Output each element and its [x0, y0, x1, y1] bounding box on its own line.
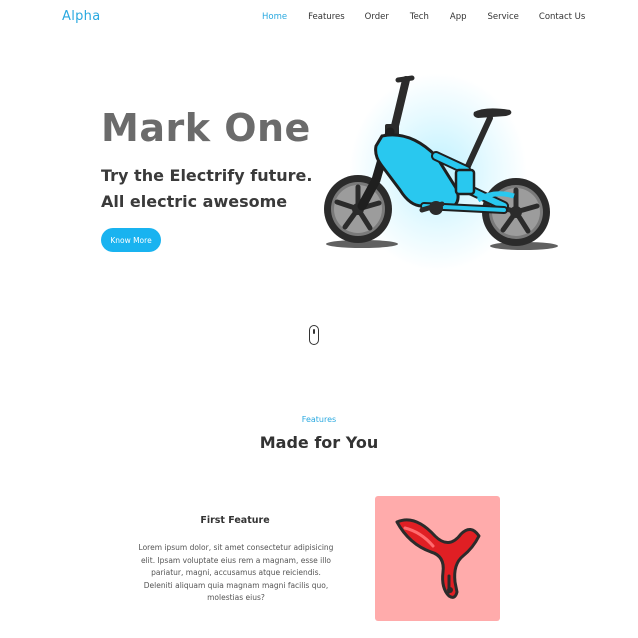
nav-menu: Home Features Order Tech App Service Con…	[262, 12, 585, 22]
feature-image-card	[375, 496, 500, 621]
rear-wheel	[324, 175, 392, 243]
features-kicker: Features	[301, 415, 337, 424]
top-navbar: Alpha Home Features Order Tech App Servi…	[0, 0, 638, 36]
nav-item-order[interactable]: Order	[365, 12, 389, 22]
know-more-button[interactable]: Know More	[101, 228, 161, 252]
nav-item-app[interactable]: App	[450, 12, 467, 22]
nav-item-tech[interactable]: Tech	[410, 12, 429, 22]
brand-logo[interactable]: Alpha	[62, 9, 100, 24]
bike-frame-icon	[395, 518, 481, 599]
mouse-scroll-icon[interactable]	[309, 325, 319, 345]
features-title: Made for You	[259, 433, 379, 452]
hero-subtitle-line-1: Try the Electrify future.	[101, 166, 313, 185]
nav-item-features[interactable]: Features	[308, 12, 345, 22]
nav-item-contact[interactable]: Contact Us	[539, 12, 585, 22]
first-feature-title: First Feature	[200, 515, 270, 526]
hero-subtitle: Try the Electrify future. All electric a…	[101, 163, 321, 215]
mouse-wheel	[312, 329, 315, 334]
landing-page: Alpha Home Features Order Tech App Servi…	[0, 0, 638, 638]
nav-item-service[interactable]: Service	[487, 12, 518, 22]
nav-item-home[interactable]: Home	[262, 12, 287, 22]
hero-subtitle-line-2: All electric awesome	[101, 192, 288, 211]
first-feature-text: Lorem ipsum dolor, sit amet consectetur …	[138, 543, 334, 602]
hero-title: Mark One	[101, 106, 311, 150]
electric-bike-icon	[318, 70, 563, 260]
